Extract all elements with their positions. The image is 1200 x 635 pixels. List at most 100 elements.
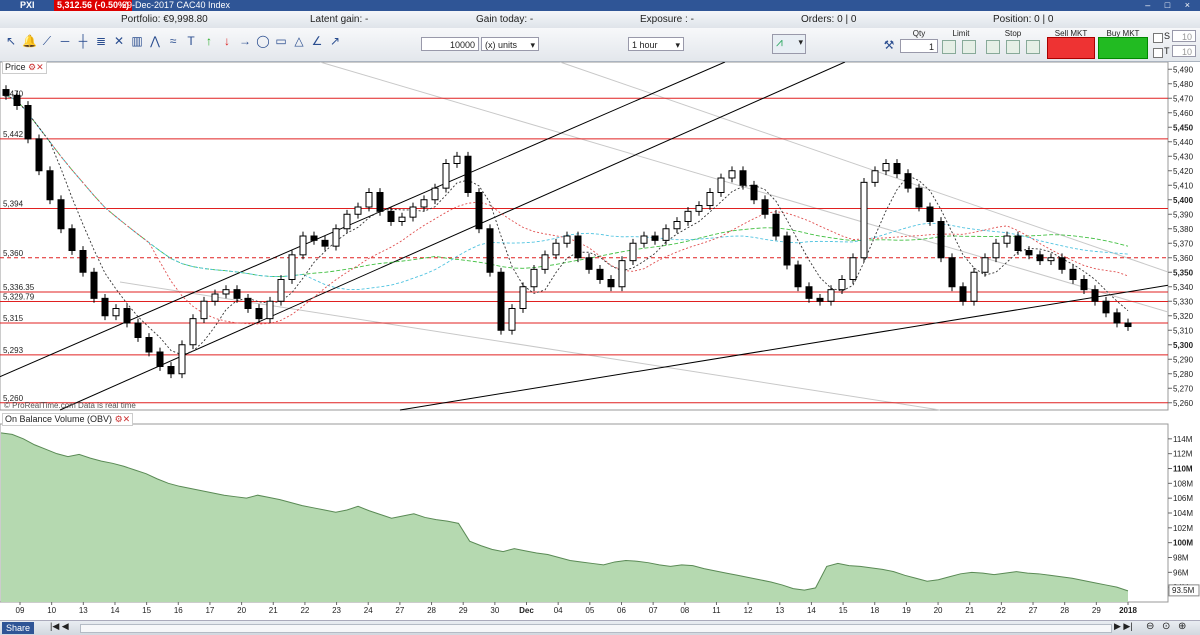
pen-icon[interactable]: ⟋ xyxy=(40,34,54,48)
fib-icon[interactable]: ≣ xyxy=(94,34,108,48)
x-axis-label: 30 xyxy=(490,606,499,615)
wave-icon[interactable]: ≈ xyxy=(166,34,180,48)
candle-body xyxy=(541,254,549,270)
obv-axis-label: 102M xyxy=(1173,524,1193,533)
x-axis-label: 17 xyxy=(205,606,214,615)
triangle-icon[interactable]: △ xyxy=(292,34,306,48)
candle-body xyxy=(189,318,197,346)
level-label: 5,442 xyxy=(3,130,24,139)
candle-body xyxy=(574,235,582,259)
candle-body xyxy=(1113,312,1121,324)
panel-tools-icon[interactable]: ⚙✕ xyxy=(28,62,44,72)
candle-body xyxy=(167,366,175,375)
x-axis-label: 16 xyxy=(174,606,183,615)
candle-body xyxy=(68,228,76,251)
price-axis-label: 5,320 xyxy=(1173,312,1194,321)
text-icon[interactable]: T xyxy=(184,34,198,48)
price-axis-label: 5,450 xyxy=(1173,123,1194,132)
stop-buy-button[interactable] xyxy=(986,40,1000,54)
candle-body xyxy=(970,271,978,302)
candle-body xyxy=(904,173,912,189)
candle-body xyxy=(1102,300,1110,314)
hline-icon[interactable]: ─ xyxy=(58,34,72,48)
cross-icon[interactable]: ✕ xyxy=(112,34,126,48)
vline-icon[interactable]: ┼ xyxy=(76,34,90,48)
x-axis-label: 29 xyxy=(459,606,468,615)
polyline-icon[interactable]: ⋀ xyxy=(148,34,162,48)
units-select-label: (x) units xyxy=(485,40,518,50)
candle-body xyxy=(134,322,142,338)
s-checkbox[interactable] xyxy=(1153,33,1163,43)
candle-body xyxy=(365,192,373,208)
horizontal-scrollbar[interactable] xyxy=(80,624,1112,633)
angle-icon[interactable]: ∠ xyxy=(310,34,324,48)
panel-tools-icon[interactable]: ⚙✕ xyxy=(115,414,131,424)
candle-body xyxy=(640,235,648,244)
x-axis-label: 15 xyxy=(142,606,151,615)
candle-body xyxy=(1014,235,1022,251)
t-checkbox[interactable] xyxy=(1153,48,1163,58)
ray-icon[interactable]: ↗ xyxy=(328,34,342,48)
timeframe-select[interactable]: 1 hour ▾ xyxy=(628,37,684,51)
candle-body xyxy=(431,187,439,201)
x-axis-label: 22 xyxy=(300,606,309,615)
indicators-button[interactable]: ⩘ ▾ xyxy=(772,34,806,54)
share-button[interactable]: Share xyxy=(2,622,35,634)
units-select[interactable]: (x) units ▾ xyxy=(481,37,539,51)
zoom-reset-icon[interactable]: ⊙ xyxy=(1162,621,1170,632)
candle-body xyxy=(552,242,560,256)
arrow-down-icon[interactable]: ↓ xyxy=(220,34,234,48)
candle-body xyxy=(926,206,934,222)
cursor-icon[interactable]: ↖ xyxy=(4,34,18,48)
scroll-start-icon[interactable]: |◀ ◀ xyxy=(50,621,69,632)
candle-body xyxy=(871,170,879,183)
wrench-icon[interactable]: ⚒ xyxy=(882,38,896,52)
candle-body xyxy=(497,271,505,331)
limit-label: Limit xyxy=(952,29,970,38)
level-label: 5,293 xyxy=(3,346,24,355)
t-input[interactable]: 10 xyxy=(1172,45,1196,57)
orders-count[interactable]: Orders: 0 | 0 xyxy=(801,11,856,28)
quantity-input[interactable]: 10000 xyxy=(421,37,479,51)
zoom-out-icon[interactable]: ⊖ xyxy=(1146,621,1154,632)
price-change-badge: 5,312.56 (-0.50%) xyxy=(54,0,133,11)
chart-area[interactable]: 5,260 5,270 5,280 5,290 5,300 5,310 5,320 5,330… xyxy=(0,62,1200,620)
stop-sell-button[interactable] xyxy=(1006,40,1020,54)
candle-body xyxy=(387,210,395,223)
rectangle-icon[interactable]: ▭ xyxy=(274,34,288,48)
candle-body xyxy=(915,187,923,208)
price-axis-label: 5,310 xyxy=(1173,326,1194,335)
arrow-right-icon[interactable]: → xyxy=(238,34,252,48)
window-controls[interactable]: – □ × xyxy=(1145,0,1196,11)
bin-icon[interactable]: ▥ xyxy=(130,34,144,48)
bell-icon[interactable]: 🔔 xyxy=(22,34,37,48)
candle-body xyxy=(618,260,626,288)
level-label: 5,360 xyxy=(3,249,24,258)
candle-body xyxy=(662,228,670,241)
price-axis-label: 5,290 xyxy=(1173,355,1194,364)
x-axis-label: 04 xyxy=(554,606,563,615)
ellipse-icon[interactable]: ◯ xyxy=(256,34,270,48)
candle-body xyxy=(409,206,417,218)
limit-sell-button[interactable] xyxy=(962,40,976,54)
zoom-in-icon[interactable]: ⊕ xyxy=(1178,621,1186,632)
buy-market-button[interactable] xyxy=(1098,37,1148,59)
obv-axis-label: 114M xyxy=(1173,435,1193,444)
x-axis-label: 28 xyxy=(1060,606,1069,615)
limit-buy-button[interactable] xyxy=(942,40,956,54)
stop-extra-button[interactable] xyxy=(1026,40,1040,54)
candle-body xyxy=(959,286,967,302)
candle-body xyxy=(882,163,890,172)
qty-input[interactable]: 1 xyxy=(900,39,938,53)
s-input[interactable]: 10 xyxy=(1172,30,1196,42)
x-axis-label: 23 xyxy=(332,606,341,615)
sell-market-button[interactable] xyxy=(1047,37,1095,59)
x-axis-label: 08 xyxy=(680,606,689,615)
candle-body xyxy=(1069,268,1077,281)
scroll-end-icon[interactable]: ▶ ▶| xyxy=(1114,621,1133,632)
position-count[interactable]: Position: 0 | 0 xyxy=(993,11,1053,28)
chevron-down-icon: ▾ xyxy=(530,40,535,50)
price-axis-label: 5,390 xyxy=(1173,210,1194,219)
candle-body xyxy=(277,279,285,302)
arrow-up-icon[interactable]: ↑ xyxy=(202,34,216,48)
